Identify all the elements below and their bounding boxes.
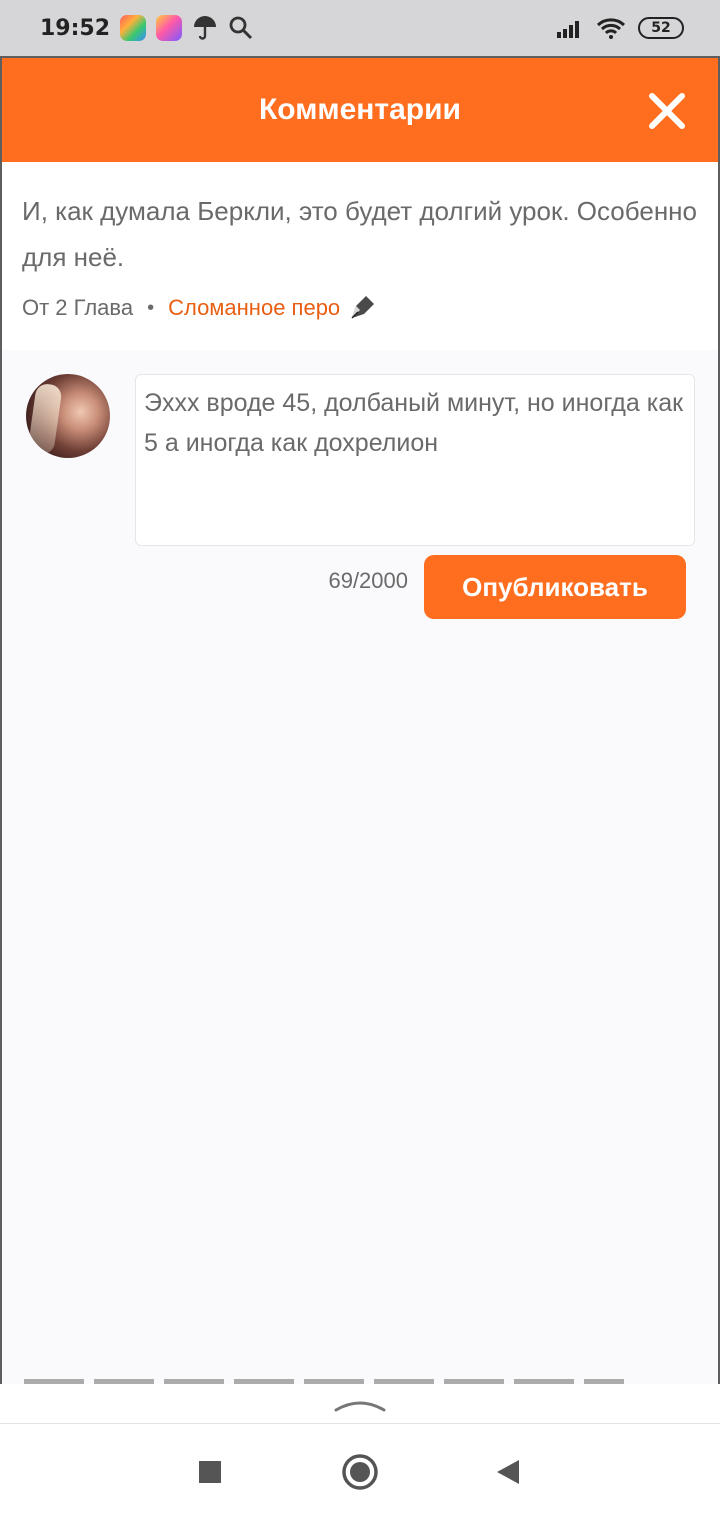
publish-button[interactable]: Опубликовать <box>424 555 686 619</box>
scroll-up-handle[interactable] <box>0 1384 720 1424</box>
comments-modal: Комментарии И, как думала Беркли, это бу… <box>0 56 720 1384</box>
author-link[interactable]: Сломанное перо <box>168 295 340 321</box>
recents-icon <box>199 1461 221 1483</box>
battery-level: 52 <box>651 20 671 36</box>
wifi-icon <box>596 18 626 39</box>
quoted-fragment: И, как думала Беркли, это будет долгий у… <box>2 162 718 350</box>
app-icon-2 <box>156 15 183 41</box>
close-icon[interactable] <box>648 92 686 130</box>
battery-icon: 52 <box>638 17 684 39</box>
chevron-up-icon <box>334 1401 386 1411</box>
search-icon <box>229 16 253 40</box>
status-time: 19:52 <box>40 15 111 41</box>
home-icon <box>342 1454 378 1490</box>
comment-composer: Эххх вроде 45, долбаный минут, но иногда… <box>2 350 718 650</box>
navigation-bar <box>0 1424 720 1520</box>
status-bar: 19:52 52 <box>0 0 720 56</box>
quote-text: И, как думала Беркли, это будет долгий у… <box>22 196 697 272</box>
back-button[interactable] <box>484 1448 532 1496</box>
home-button[interactable] <box>336 1448 384 1496</box>
status-notification-icons <box>120 15 254 41</box>
meta-separator: • <box>147 296 155 319</box>
comment-input[interactable]: Эххх вроде 45, долбаный минут, но иногда… <box>135 374 695 546</box>
modal-header: Комментарии <box>2 58 718 162</box>
umbrella-icon <box>194 16 217 40</box>
char-counter: 69/2000 <box>328 568 408 593</box>
signal-icon <box>557 21 579 38</box>
pen-icon <box>351 296 375 319</box>
status-system-icons: 52 <box>556 17 684 39</box>
back-icon <box>497 1460 519 1484</box>
avatar <box>26 374 110 458</box>
app-icon-1 <box>120 15 147 41</box>
chapter-label[interactable]: От 2 Глава <box>22 295 133 321</box>
modal-title: Комментарии <box>258 93 462 126</box>
recents-button[interactable] <box>186 1448 234 1496</box>
quote-meta: От 2 Глава • Сломанное перо <box>22 292 698 324</box>
